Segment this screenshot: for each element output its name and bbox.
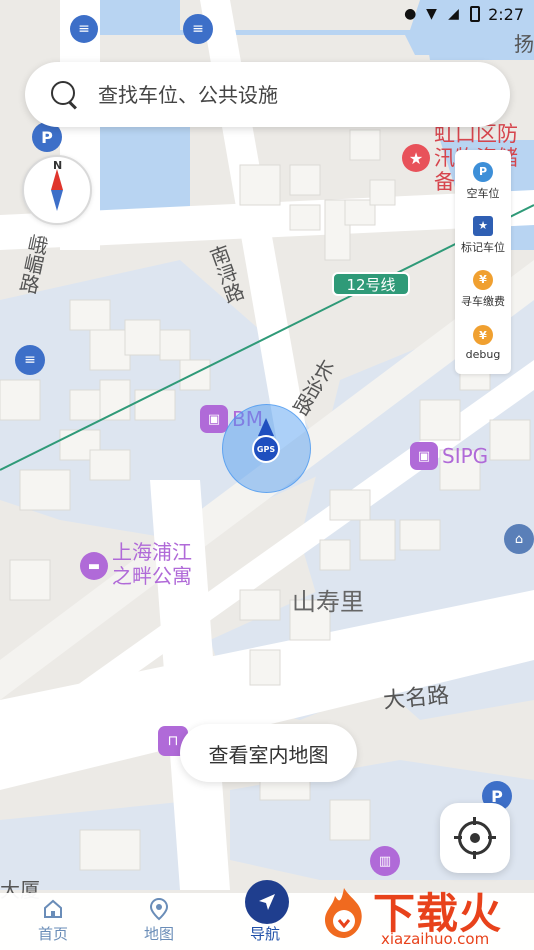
nav-home[interactable]: 首页 xyxy=(0,893,106,950)
poi-apartment[interactable]: ▬ 上海浦江 之畔公寓 xyxy=(80,540,192,588)
map-pin-icon xyxy=(147,897,171,921)
parking-pin-icon: P xyxy=(473,161,493,182)
compass-needle-icon xyxy=(51,169,63,211)
metro-line-badge: 12号线 xyxy=(332,272,410,296)
status-bar: ● ▼ ◢ 2:27 xyxy=(374,0,534,28)
view-indoor-map-label: 查看室内地图 xyxy=(208,742,329,767)
view-indoor-map-button[interactable]: 查看室内地图 xyxy=(180,724,357,782)
poi-sipg-label: SIPG xyxy=(442,444,489,468)
signal-icon: ◢ xyxy=(448,6,459,22)
gps-label: GPS xyxy=(256,444,276,454)
side-tool-panel: P 空车位 ★ 标记车位 ¥ 寻车缴费 ¥ debug xyxy=(455,150,511,374)
search-icon xyxy=(50,80,80,110)
watermark-logo: 下载火 xiazaihuo.com xyxy=(315,880,534,950)
watermark-domain: xiazaihuo.com xyxy=(381,930,490,948)
yen-icon: ¥ xyxy=(473,325,493,345)
navigation-icon[interactable] xyxy=(245,880,289,924)
locate-me-button[interactable] xyxy=(440,803,510,873)
side-item-label: 空车位 xyxy=(466,186,500,200)
poi-apartment-label-1: 上海浦江 xyxy=(112,540,192,564)
compass-button[interactable]: N xyxy=(22,155,92,225)
gps-location-dot: GPS xyxy=(252,435,280,463)
area-label-shanshouli: 山寿里 xyxy=(292,588,364,616)
crosshair-tick-right xyxy=(488,836,496,839)
crosshair-icon xyxy=(458,821,492,855)
side-item-find-car-pay[interactable]: ¥ 寻车缴费 xyxy=(455,262,511,316)
poi-apartment-label-2: 之畔公寓 xyxy=(112,564,192,588)
wifi-icon: ▼ xyxy=(426,6,437,22)
facility-pin-icon[interactable]: ≡ xyxy=(15,345,45,375)
poi-sipg[interactable]: ▣ SIPG xyxy=(410,442,488,470)
side-item-label: debug xyxy=(465,348,501,361)
crosshair-tick-bottom xyxy=(473,851,476,859)
nav-navigation-label: 导航 xyxy=(249,925,280,943)
yen-icon: ¥ xyxy=(473,269,493,290)
flag-icon: ★ xyxy=(473,215,493,236)
flame-logo-icon xyxy=(325,888,362,938)
nav-home-label: 首页 xyxy=(37,925,68,943)
status-time: 2:27 xyxy=(488,4,524,24)
hotel-bed-icon: ▬ xyxy=(80,552,108,580)
star-pin-icon: ★ xyxy=(402,144,430,172)
shopping-bag-icon: ▣ xyxy=(410,442,438,470)
road-label-daming: 大名路 xyxy=(382,683,451,714)
battery-icon xyxy=(470,6,481,22)
crosshair-tick-top xyxy=(473,817,476,825)
building-pin-icon[interactable]: ▥ xyxy=(370,846,400,876)
side-item-empty-parking[interactable]: P 空车位 xyxy=(455,154,511,208)
search-bar[interactable] xyxy=(25,62,510,127)
side-item-debug[interactable]: ¥ debug xyxy=(455,316,511,370)
side-item-label: 寻车缴费 xyxy=(461,294,505,308)
facility-pin-icon[interactable]: ≡ xyxy=(70,15,98,43)
nav-map[interactable]: 地图 xyxy=(106,893,212,950)
location-icon: ● xyxy=(404,6,417,22)
crosshair-tick-left xyxy=(454,836,462,839)
gps-heading-arrow xyxy=(258,418,274,436)
search-input[interactable] xyxy=(98,82,478,107)
metro-line-label: 12号线 xyxy=(346,275,396,294)
shopping-bag-icon: ▣ xyxy=(200,405,228,433)
map-label-top-right: 扬 xyxy=(514,32,534,56)
home-icon xyxy=(41,897,65,921)
side-item-mark-parking[interactable]: ★ 标记车位 xyxy=(455,208,511,262)
facility-pin-icon[interactable]: ≡ xyxy=(183,14,213,44)
building-pin-icon[interactable]: ⌂ xyxy=(504,524,534,554)
nav-map-label: 地图 xyxy=(143,925,174,943)
side-item-label: 标记车位 xyxy=(461,240,505,254)
